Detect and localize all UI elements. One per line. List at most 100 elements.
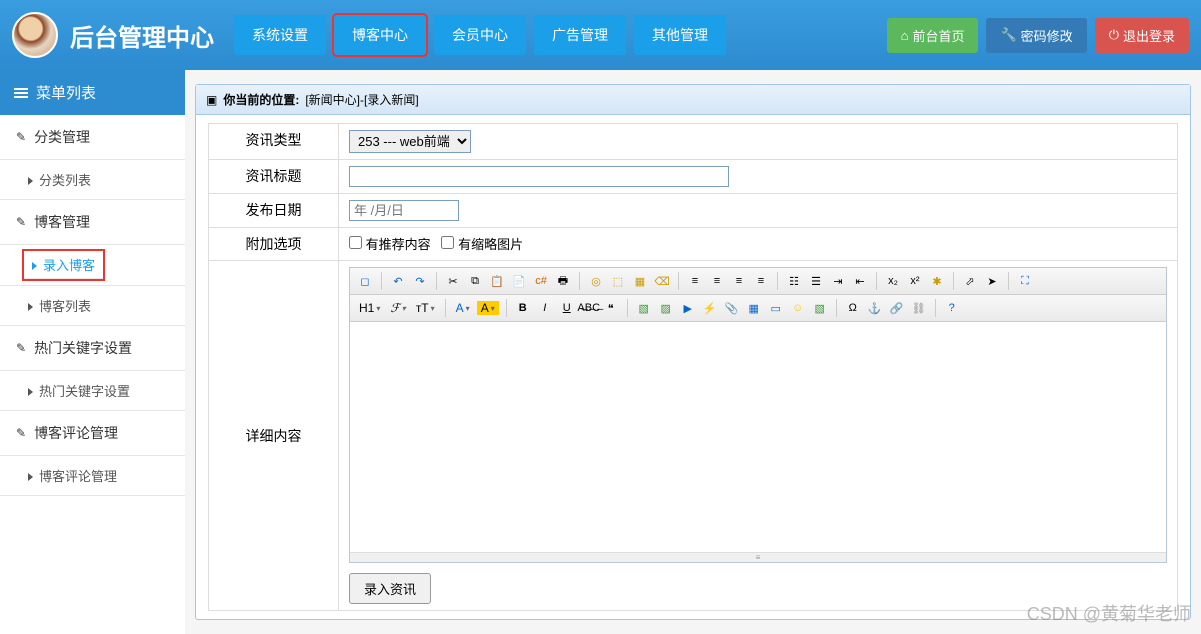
link-icon[interactable]: 🔗 <box>888 299 906 317</box>
size-select[interactable]: тT <box>413 301 438 315</box>
caret-icon <box>28 303 33 311</box>
label-detail: 详细内容 <box>209 261 339 611</box>
submit-button[interactable]: 录入资讯 <box>349 573 431 604</box>
align-left-icon[interactable]: ≡ <box>686 272 704 290</box>
font-select[interactable]: ℱ <box>387 301 408 315</box>
breadcrumb-path: [新闻中心]-[录入新闻] <box>305 91 418 108</box>
sidebar-section-comments[interactable]: ✎博客评论管理 <box>0 411 185 456</box>
clear-icon[interactable]: ✱ <box>928 272 946 290</box>
cut-icon[interactable]: ✂ <box>444 272 462 290</box>
anchor-icon[interactable]: ⚓ <box>866 299 884 317</box>
hr-icon[interactable]: ▭ <box>767 299 785 317</box>
date-input[interactable] <box>349 200 459 221</box>
unlink-icon[interactable]: ⛓ <box>910 299 928 317</box>
sup-icon[interactable]: x² <box>906 272 924 290</box>
paste-text-icon[interactable]: 📄 <box>510 272 528 290</box>
bold-icon[interactable]: B <box>514 299 532 317</box>
media-icon[interactable]: ▶ <box>679 299 697 317</box>
avatar[interactable] <box>12 12 58 58</box>
selectall-icon[interactable]: ▦ <box>631 272 649 290</box>
editor-body[interactable] <box>350 322 1166 552</box>
rich-editor: ◻ ↶ ↷ ✂ ⧉ 📋 📄 c# <box>349 267 1167 563</box>
edit-icon: ✎ <box>16 215 26 229</box>
caret-icon <box>32 262 37 270</box>
outdent-icon[interactable]: ⇤ <box>851 272 869 290</box>
redo-icon[interactable]: ↷ <box>411 272 429 290</box>
editor-resize-handle[interactable]: ≡ <box>350 552 1166 562</box>
caret-icon <box>28 388 33 396</box>
home-icon: ⌂ <box>901 28 909 43</box>
label-date: 发布日期 <box>209 194 339 228</box>
sidebar-item-category-list[interactable]: 分类列表 <box>0 160 185 200</box>
front-page-button[interactable]: ⌂前台首页 <box>887 18 979 53</box>
multiimage-icon[interactable]: ▨ <box>657 299 675 317</box>
sidebar-section-category[interactable]: ✎分类管理 <box>0 115 185 160</box>
forecolor-select[interactable]: A <box>453 301 473 315</box>
sidebar-item-comments[interactable]: 博客评论管理 <box>0 456 185 496</box>
list-ul-icon[interactable]: ☰ <box>807 272 825 290</box>
checkbox-recommend-label[interactable]: 有推荐内容 <box>349 237 431 252</box>
italic-icon[interactable]: I <box>536 299 554 317</box>
fullscreen-icon[interactable]: ⛶ <box>1016 272 1034 290</box>
image-icon[interactable]: ▧ <box>635 299 653 317</box>
align-right-icon[interactable]: ≡ <box>730 272 748 290</box>
label-type: 资讯类型 <box>209 124 339 160</box>
edit-icon: ✎ <box>16 426 26 440</box>
align-center-icon[interactable]: ≡ <box>708 272 726 290</box>
password-button[interactable]: 🔧密码修改 <box>986 18 1086 53</box>
sidebar-item-add-blog[interactable]: 录入博客 <box>24 251 103 279</box>
removeformat-icon[interactable]: ⌫ <box>653 272 671 290</box>
nav-blog[interactable]: 博客中心 <box>334 15 426 55</box>
quote-icon[interactable]: ❝ <box>602 299 620 317</box>
label-title: 资讯标题 <box>209 160 339 194</box>
editor-toolbar-row1: ◻ ↶ ↷ ✂ ⧉ 📋 📄 c# <box>350 268 1166 295</box>
logout-button[interactable]: ⏻退出登录 <box>1095 18 1189 53</box>
editor-toolbar-row2: H1 ℱ тT A A B I U <box>350 295 1166 322</box>
checkbox-thumb-label[interactable]: 有缩略图片 <box>441 237 523 252</box>
help-icon[interactable]: ? <box>943 299 961 317</box>
source-icon[interactable]: ◻ <box>356 272 374 290</box>
strike-icon[interactable]: A̶B̶C̶ <box>580 299 598 317</box>
sidebar-item-blog-list[interactable]: 博客列表 <box>0 286 185 326</box>
sidebar-section-blog[interactable]: ✎博客管理 <box>0 200 185 245</box>
template-icon[interactable]: ⬚ <box>609 272 627 290</box>
caret-icon <box>28 473 33 481</box>
paste-icon[interactable]: 📋 <box>488 272 506 290</box>
list-ol-icon[interactable]: ☷ <box>785 272 803 290</box>
sidebar-section-keywords[interactable]: ✎热门关键字设置 <box>0 326 185 371</box>
sidebar-item-keywords[interactable]: 热门关键字设置 <box>0 371 185 411</box>
copy-icon[interactable]: ⧉ <box>466 272 484 290</box>
map-icon[interactable]: ▧ <box>811 299 829 317</box>
direction-icon[interactable]: ⬀ <box>961 272 979 290</box>
print-icon[interactable]: 🖶 <box>554 272 572 290</box>
pointer-icon[interactable]: ➤ <box>983 272 1001 290</box>
emoji-icon[interactable]: ☺ <box>789 299 807 317</box>
preview-icon[interactable]: ◎ <box>587 272 605 290</box>
table-icon[interactable]: ▦ <box>745 299 763 317</box>
nav-other[interactable]: 其他管理 <box>634 15 726 55</box>
label-extra: 附加选项 <box>209 228 339 261</box>
window-icon: ▣ <box>206 93 217 107</box>
type-select[interactable]: 253 --- web前端 <box>349 130 471 153</box>
main-panel: ▣ 你当前的位置: [新闻中心]-[录入新闻] 资讯类型 253 --- web… <box>195 84 1191 620</box>
edit-icon: ✎ <box>16 341 26 355</box>
align-justify-icon[interactable]: ≡ <box>752 272 770 290</box>
undo-icon[interactable]: ↶ <box>389 272 407 290</box>
symbol-icon[interactable]: Ω <box>844 299 862 317</box>
indent-icon[interactable]: ⇥ <box>829 272 847 290</box>
underline-icon[interactable]: U <box>558 299 576 317</box>
file-icon[interactable]: 📎 <box>723 299 741 317</box>
checkbox-recommend[interactable] <box>349 236 362 249</box>
checkbox-thumb[interactable] <box>441 236 454 249</box>
backcolor-select[interactable]: A <box>477 301 499 315</box>
breadcrumb-label: 你当前的位置: <box>223 91 299 108</box>
nav-system[interactable]: 系统设置 <box>234 15 326 55</box>
title-input[interactable] <box>349 166 729 187</box>
sub-icon[interactable]: x₂ <box>884 272 902 290</box>
nav-member[interactable]: 会员中心 <box>434 15 526 55</box>
sidebar-header: 菜单列表 <box>0 70 185 115</box>
nav-ad[interactable]: 广告管理 <box>534 15 626 55</box>
paste-word-icon[interactable]: c# <box>532 272 550 290</box>
heading-select[interactable]: H1 <box>356 301 383 315</box>
flash-icon[interactable]: ⚡ <box>701 299 719 317</box>
